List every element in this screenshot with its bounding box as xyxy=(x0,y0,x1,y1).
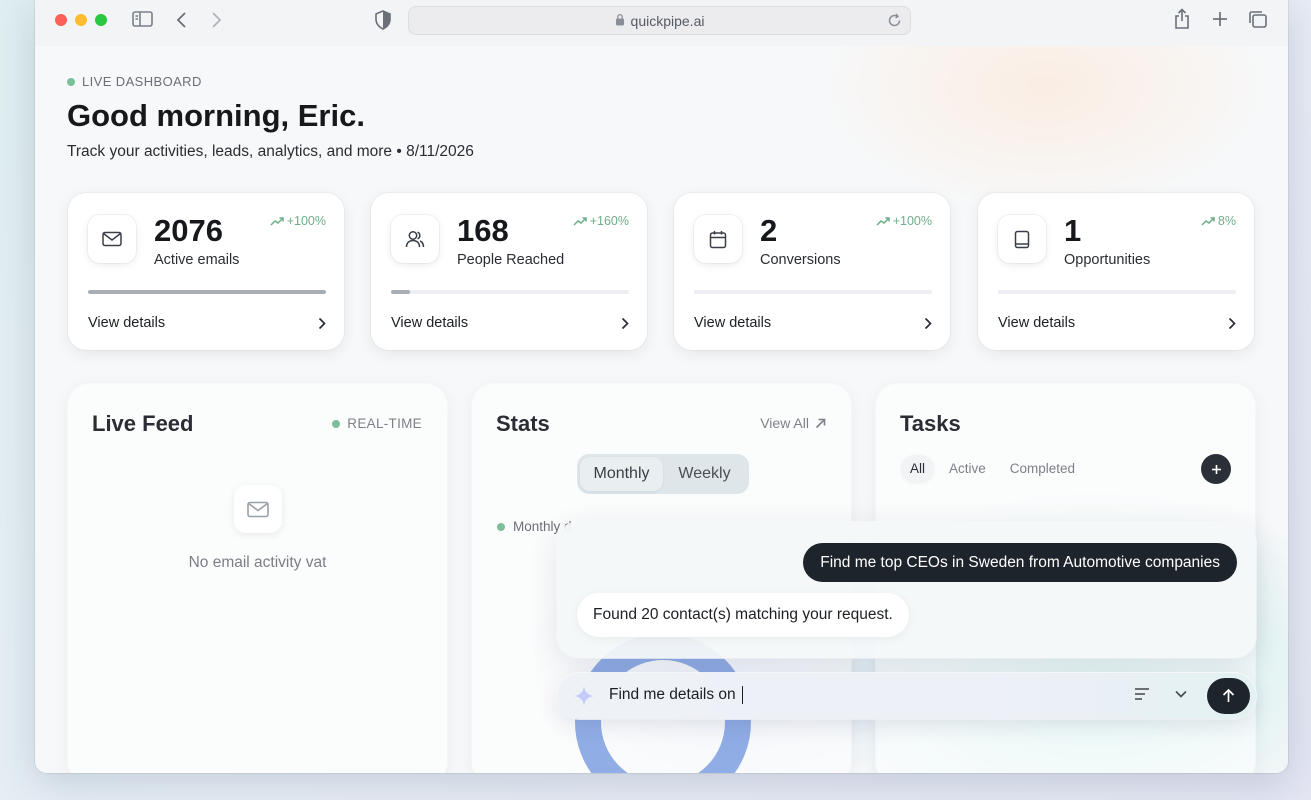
add-task-button[interactable] xyxy=(1201,454,1231,484)
forward-icon[interactable] xyxy=(209,10,223,30)
tab-completed[interactable]: Completed xyxy=(1001,455,1084,482)
live-status-dot xyxy=(67,77,75,86)
stat-card-conversions: 2 Conversions +100% View details xyxy=(674,193,950,350)
minimize-window-button[interactable] xyxy=(75,14,87,26)
trend-badge: 8% xyxy=(1201,214,1236,228)
view-details-link[interactable]: View details xyxy=(998,313,1236,333)
share-icon[interactable] xyxy=(1173,8,1191,30)
chat-input-bar: Find me details on xyxy=(557,673,1256,719)
progress-bar xyxy=(694,290,932,294)
trend-up-icon xyxy=(573,217,587,226)
realtime-dot xyxy=(332,419,341,428)
url-text: quickpipe.ai xyxy=(630,12,705,29)
stat-value: 2 xyxy=(760,213,778,248)
stat-value: 2076 xyxy=(154,213,223,248)
tab-monthly[interactable]: Monthly xyxy=(580,457,663,491)
stat-value: 168 xyxy=(457,213,509,248)
page-subtitle: Track your activities, leads, analytics,… xyxy=(67,143,474,160)
assistant-message: Found 20 contact(s) matching your reques… xyxy=(577,593,909,637)
new-tab-icon[interactable] xyxy=(1211,10,1229,28)
chevron-down-icon[interactable] xyxy=(1174,687,1188,706)
view-details-link[interactable]: View details xyxy=(88,313,326,333)
stat-label: Opportunities xyxy=(1064,252,1151,268)
calendar-icon xyxy=(694,215,742,263)
shield-icon[interactable] xyxy=(375,10,391,30)
realtime-badge: REAL-TIME xyxy=(332,416,422,431)
book-icon xyxy=(998,215,1046,263)
trend-badge: +100% xyxy=(270,214,326,228)
send-button[interactable] xyxy=(1207,678,1250,714)
chat-conversation: Find me top CEOs in Sweden from Automoti… xyxy=(557,522,1256,658)
live-feed-panel: Live Feed REAL-TIME No email activity va… xyxy=(68,384,447,773)
page-title: Good morning, Eric. xyxy=(67,98,365,133)
options-lines-icon[interactable] xyxy=(1134,687,1150,706)
mail-icon xyxy=(234,485,282,533)
reload-icon[interactable] xyxy=(887,13,902,31)
plus-icon xyxy=(1211,464,1221,474)
live-dashboard-label: LIVE DASHBOARD xyxy=(67,74,202,89)
trend-up-icon xyxy=(876,217,890,226)
dashboard: LIVE DASHBOARD Good morning, Eric. Track… xyxy=(35,46,1288,773)
close-window-button[interactable] xyxy=(55,14,67,26)
users-icon xyxy=(391,215,439,263)
stat-card-people-reached: 168 People Reached +160% View details xyxy=(371,193,647,350)
view-details-link[interactable]: View details xyxy=(694,313,932,333)
address-bar[interactable]: quickpipe.ai xyxy=(408,6,911,35)
chevron-right-icon xyxy=(924,317,932,329)
panel-title: Tasks xyxy=(900,411,961,436)
sidebar-icon[interactable] xyxy=(132,10,153,28)
trend-up-icon xyxy=(1201,217,1215,226)
panel-title: Live Feed xyxy=(92,411,194,436)
view-all-link[interactable]: View All xyxy=(760,415,826,431)
chat-input[interactable]: Find me details on xyxy=(609,686,1109,704)
stat-label: People Reached xyxy=(457,252,565,268)
period-toggle: Monthly Weekly xyxy=(577,454,749,494)
trend-badge: +100% xyxy=(876,214,932,228)
task-filter-tabs: All Active Completed xyxy=(901,455,1084,482)
trend-up-icon xyxy=(270,217,284,226)
view-details-link[interactable]: View details xyxy=(391,313,629,333)
arrow-up-right-icon xyxy=(815,418,826,428)
zoom-window-button[interactable] xyxy=(95,14,107,26)
legend-dot xyxy=(497,522,505,531)
stat-value: 1 xyxy=(1064,213,1082,248)
tab-weekly[interactable]: Weekly xyxy=(663,457,746,491)
trend-badge: +160% xyxy=(573,214,629,228)
chevron-right-icon xyxy=(1228,317,1236,329)
lock-icon xyxy=(615,13,625,29)
tabs-overview-icon[interactable] xyxy=(1248,10,1268,29)
tab-active[interactable]: Active xyxy=(940,455,995,482)
sparkle-icon xyxy=(573,685,595,712)
arrow-up-icon xyxy=(1222,689,1235,702)
stat-card-opportunities: 1 Opportunities 8% View details xyxy=(978,193,1254,350)
tab-all[interactable]: All xyxy=(901,455,935,482)
progress-bar xyxy=(998,290,1236,294)
back-icon[interactable] xyxy=(175,10,189,30)
mail-icon xyxy=(88,215,136,263)
chevron-right-icon xyxy=(318,317,326,329)
browser-toolbar: quickpipe.ai xyxy=(35,0,1288,46)
user-message: Find me top CEOs in Sweden from Automoti… xyxy=(803,543,1237,582)
panel-title: Stats xyxy=(496,411,550,436)
stat-label: Active emails xyxy=(154,252,240,268)
progress-bar xyxy=(391,290,629,294)
stat-label: Conversions xyxy=(760,252,841,268)
chevron-right-icon xyxy=(621,317,629,329)
stat-card-active-emails: 2076 Active emails +100% View details xyxy=(68,193,344,350)
progress-bar xyxy=(88,290,326,294)
empty-state-text: No email activity vat xyxy=(188,554,327,571)
text-cursor xyxy=(741,686,744,704)
